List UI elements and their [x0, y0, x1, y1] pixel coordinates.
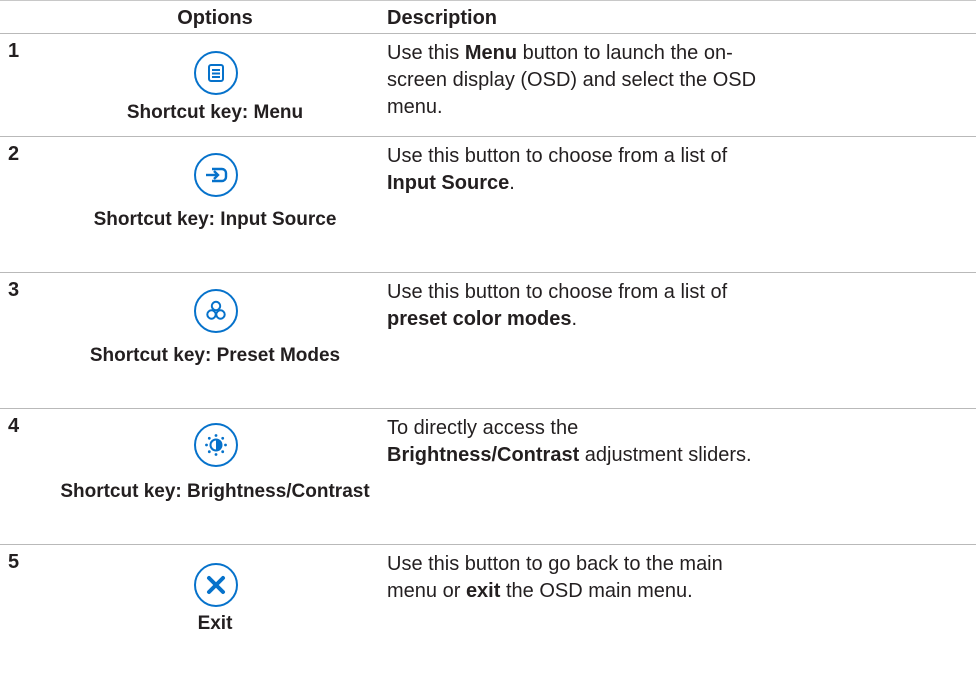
row-description: Use this Menu button to launch the on-sc…	[387, 42, 757, 118]
row-description: To directly access the Brightness/Contra…	[387, 417, 752, 466]
row-description: Use this button to go back to the main m…	[387, 553, 723, 602]
row-number: 5	[8, 551, 20, 573]
menu-icon	[194, 51, 238, 95]
row-description: Use this button to choose from a list of…	[387, 281, 728, 330]
preset-modes-icon	[194, 289, 238, 333]
shortcut-label: Exit	[197, 613, 233, 634]
table-row: 3 Shortcut key: Preset Modes Use this bu…	[0, 273, 976, 409]
row-description: Use this button to choose from a list of…	[387, 145, 728, 194]
shortcut-label: Shortcut key: Brightness/Contrast	[60, 481, 370, 502]
exit-icon	[194, 563, 238, 607]
row-number: 4	[8, 415, 20, 437]
shortcut-label: Shortcut key: Menu	[126, 102, 304, 123]
options-column-header: Options	[177, 7, 253, 29]
input-source-icon	[194, 153, 238, 197]
table-row: 5 Exit Use this button to go back to the…	[0, 545, 976, 695]
table-header: Options Description	[0, 0, 976, 34]
brightness-contrast-icon	[194, 423, 238, 467]
shortcut-label: Shortcut key: Preset Modes	[89, 345, 341, 366]
row-number: 1	[8, 40, 20, 62]
shortcut-label: Shortcut key: Input Source	[93, 209, 337, 230]
table-row: 2 Shortcut key: Input Source Use this bu…	[0, 137, 976, 273]
description-column-header: Description	[387, 7, 498, 29]
row-number: 3	[8, 279, 20, 301]
table-row: 1 Shortcut key: Menu Use this Menu butto…	[0, 34, 976, 137]
options-table: Options Description 1 Shortcut key: Menu…	[0, 0, 976, 695]
row-number: 2	[8, 143, 20, 165]
table-row: 4 Shortcut key: Brightness/Contrast To d…	[0, 409, 976, 545]
